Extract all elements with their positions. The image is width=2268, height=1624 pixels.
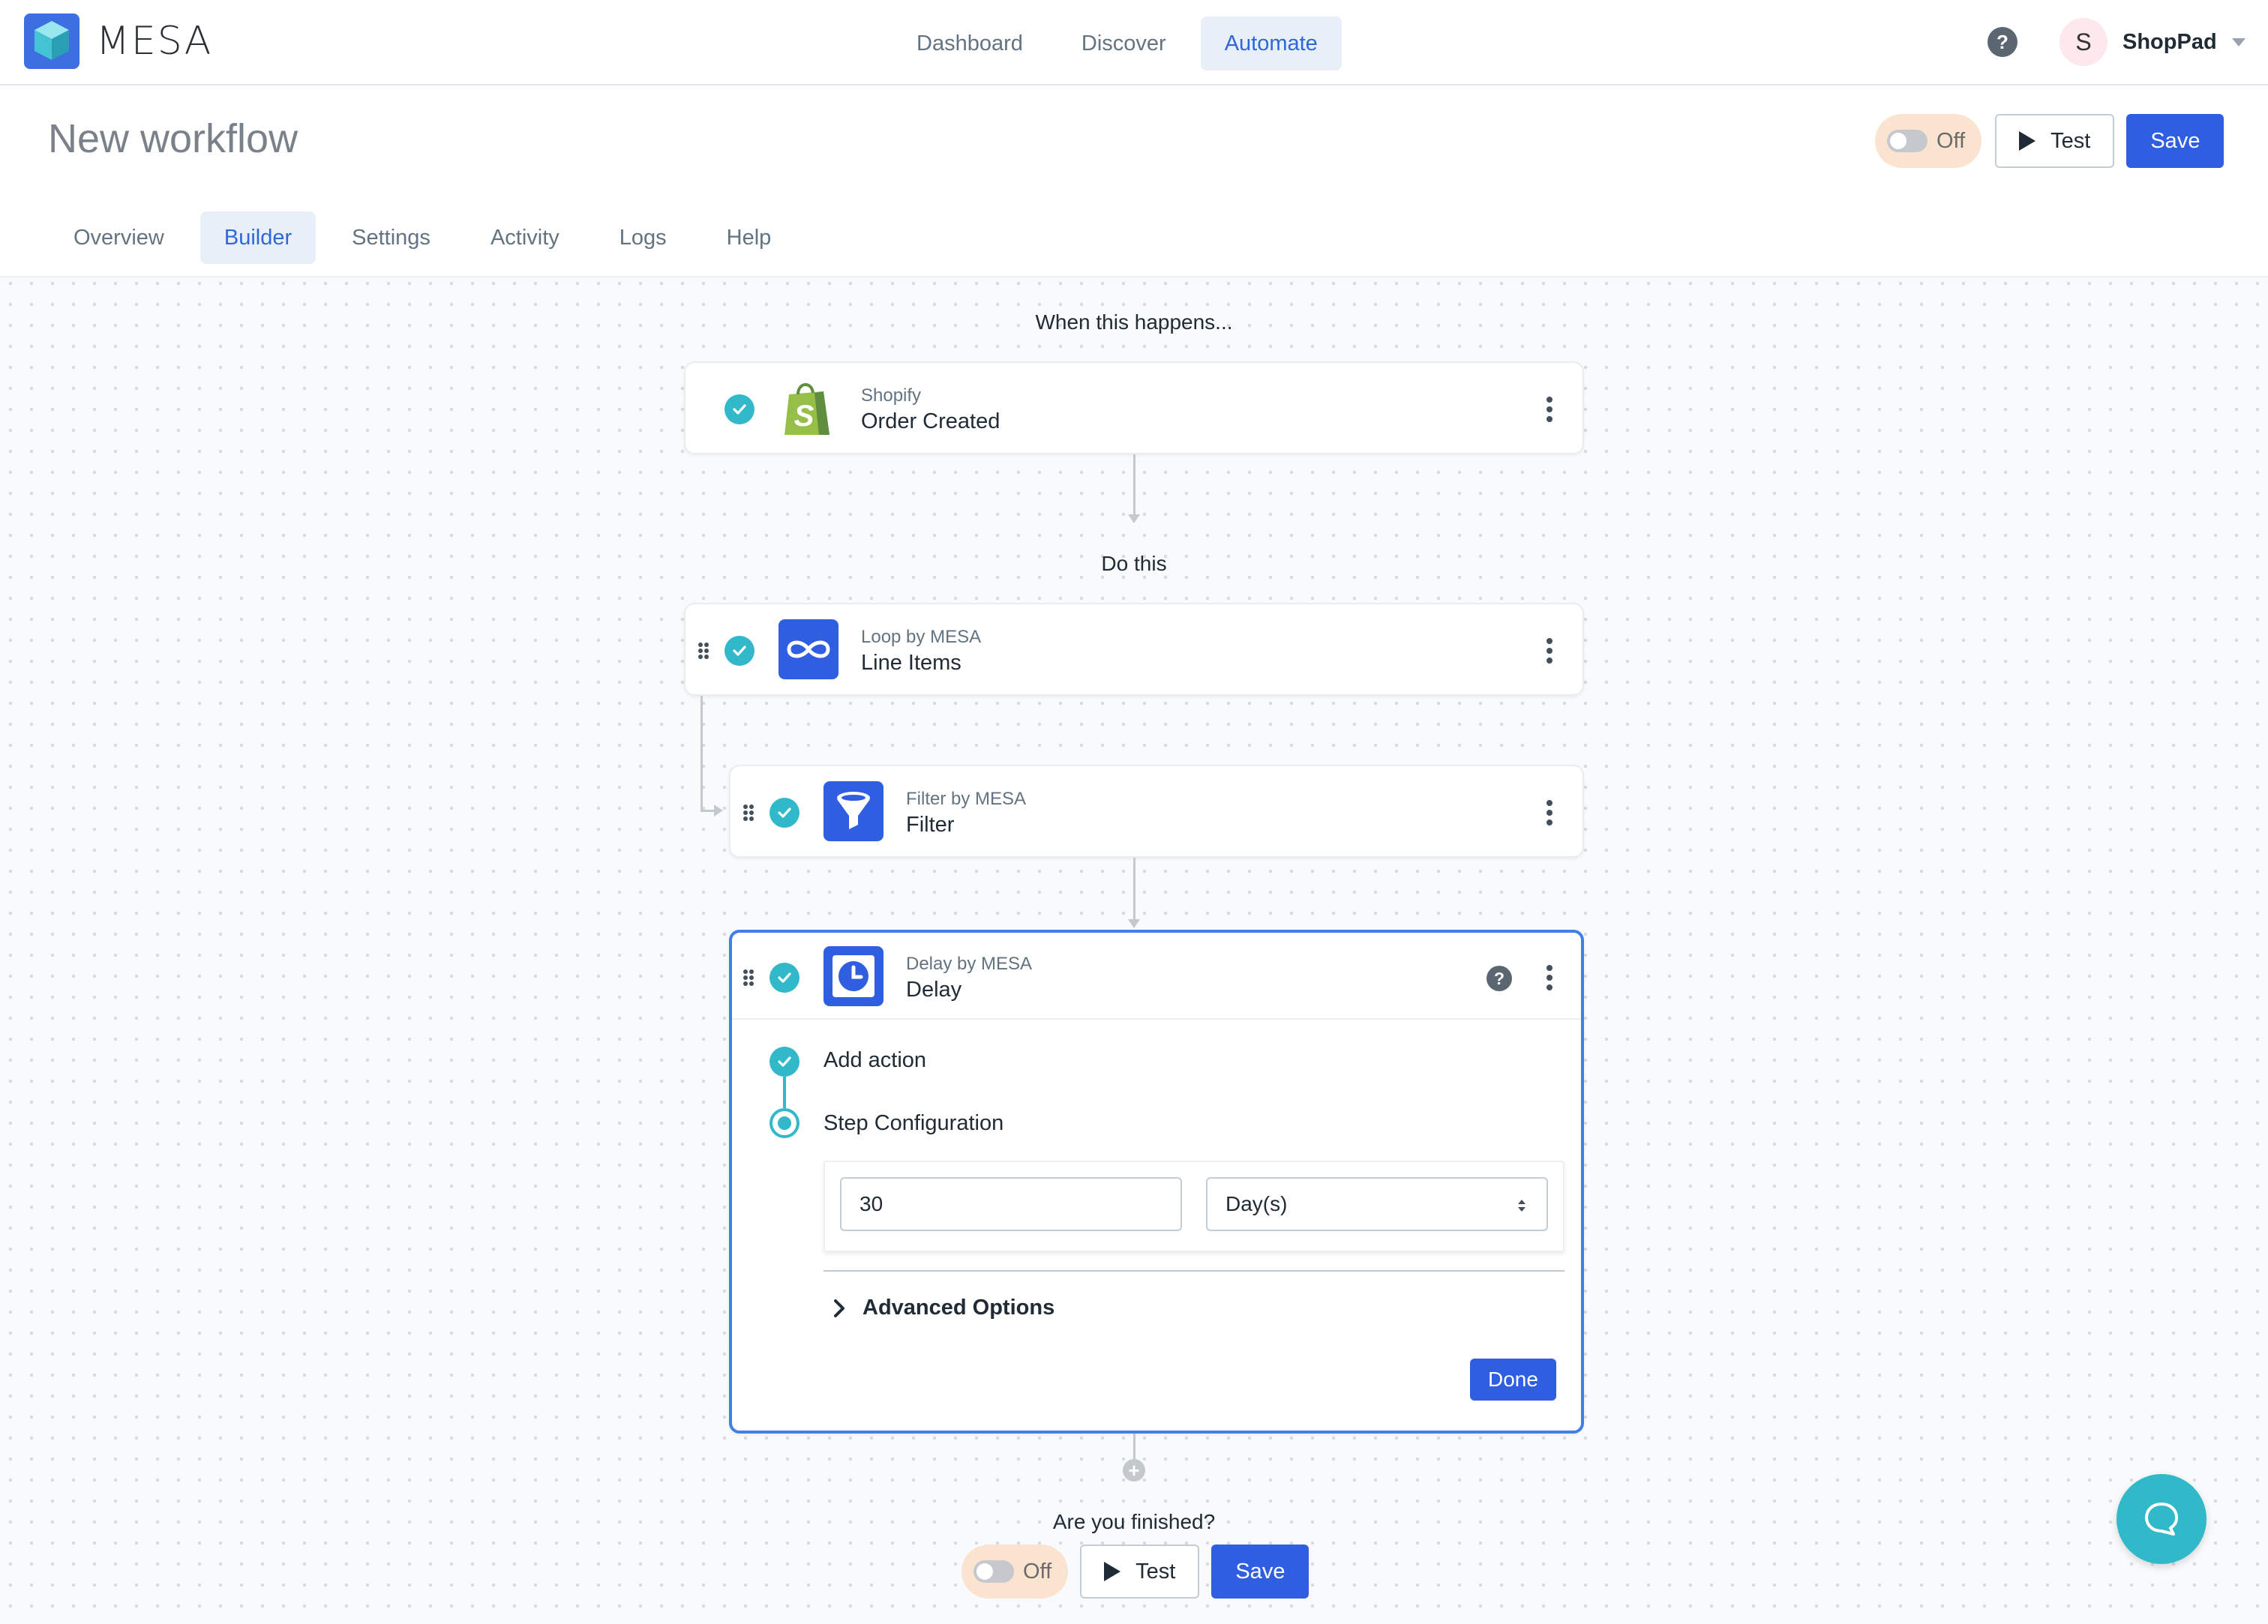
stepper-line [783,1077,786,1108]
delay-amount-input[interactable]: 30 [840,1177,1182,1231]
done-button[interactable]: Done [1470,1359,1556,1401]
bottom-actions: Off Test Save [962,1545,1310,1599]
drag-handle-icon[interactable] [698,642,710,660]
play-icon [1104,1562,1121,1581]
svg-text:S: S [794,400,814,433]
arrow-down-icon [1128,919,1140,928]
check-circle-icon [770,798,800,828]
mesa-cube-icon [24,13,80,69]
workflow-tabs: Overview Builder Settings Activity Logs … [50,211,807,264]
user-name: ShopPad [2122,29,2217,54]
more-vertical-icon[interactable] [1545,799,1554,826]
page-header: New workflow Off Test Save Overview Buil… [0,85,2268,277]
check-circle-icon [724,636,754,666]
svg-text:?: ? [1494,969,1504,988]
delay-unit-value: Day(s) [1226,1192,1288,1215]
loop-step-name: Line Items [861,651,962,675]
page-title: New workflow [48,116,298,161]
tab-settings[interactable]: Settings [328,211,454,264]
filter-step-card[interactable]: Filter by MESA Filter [729,765,1584,858]
workflow-toggle-bottom[interactable]: Off [962,1545,1069,1599]
loop-step-card[interactable]: Loop by MESA Line Items [684,603,1584,696]
delay-app-name: Delay by MESA [906,954,1033,974]
user-menu[interactable]: S ShopPad [2060,18,2246,66]
tab-help[interactable]: Help [703,211,796,264]
infinity-icon [778,619,838,679]
test-button[interactable]: Test [1995,114,2115,168]
chat-bubble-icon [2145,1503,2178,1536]
tab-builder[interactable]: Builder [200,211,316,264]
add-step-button[interactable]: + [1123,1459,1145,1482]
save-button-bottom[interactable]: Save [1211,1545,1310,1599]
check-circle-icon [770,963,800,993]
card-divider [732,1018,1581,1020]
check-circle-icon [724,394,754,424]
actions-heading: Do this [1101,552,1167,575]
test-label: Test [1136,1559,1176,1584]
loop-connector-line [700,810,716,812]
more-vertical-icon[interactable] [1545,396,1554,423]
stepper-add-action[interactable]: Add action [824,1048,926,1073]
delay-step-card[interactable]: Delay by MESA Delay ? Add action Step Co… [729,930,1584,1434]
select-arrows-icon [1518,1200,1526,1212]
nav-dashboard[interactable]: Dashboard [892,16,1047,70]
trigger-step-name: Order Created [861,409,1000,433]
header-actions: Off Test Save [1875,114,2224,168]
clock-icon [824,946,884,1006]
stepper-step-configuration: Step Configuration [824,1111,1004,1135]
more-vertical-icon[interactable] [1545,637,1554,664]
connector-line [1133,454,1136,516]
save-button[interactable]: Save [2126,114,2224,168]
brand-name: MESA [96,19,213,64]
check-circle-icon [770,1047,800,1077]
nav-automate[interactable]: Automate [1200,16,1342,70]
drag-handle-icon[interactable] [742,804,754,822]
advanced-options-toggle[interactable]: Advanced Options [832,1296,1054,1320]
question-circle-icon[interactable]: ? [1485,964,1514,993]
toggle-switch [1887,130,1928,152]
advanced-options-label: Advanced Options [862,1296,1055,1320]
tab-overview[interactable]: Overview [50,211,188,264]
loop-app-name: Loop by MESA [861,627,982,647]
tab-activity[interactable]: Activity [466,211,584,264]
svg-text:?: ? [1996,31,2008,53]
arrow-right-icon [714,805,723,816]
finish-heading: Are you finished? [1052,1510,1216,1533]
connector-line [1133,858,1136,921]
play-icon [2019,131,2036,151]
trigger-card[interactable]: S Shopify Order Created [684,361,1584,454]
mesa-logo[interactable]: MESA [24,13,212,69]
chevron-right-icon [834,1299,844,1317]
funnel-icon [824,781,884,841]
main-nav: Dashboard Discover Automate [892,16,1352,70]
arrow-down-icon [1128,514,1140,523]
toggle-switch [974,1560,1014,1583]
trigger-heading: When this happens... [1035,310,1233,334]
loop-connector-line [700,696,703,811]
drag-handle-icon[interactable] [742,969,754,987]
delay-step-name: Delay [906,978,962,1002]
filter-step-name: Filter [906,813,955,837]
toggle-label: Off [1936,128,1966,153]
nav-discover[interactable]: Discover [1058,16,1190,70]
toggle-label: Off [1023,1559,1052,1584]
more-vertical-icon[interactable] [1545,964,1554,991]
delay-unit-select[interactable]: Day(s) [1206,1177,1548,1231]
avatar: S [2060,18,2108,66]
section-divider [824,1270,1564,1272]
question-circle-icon[interactable]: ? [1986,25,2019,58]
trigger-app-name: Shopify [861,385,922,406]
filter-app-name: Filter by MESA [906,789,1027,809]
stepper-current-icon [770,1108,800,1138]
workflow-toggle[interactable]: Off [1875,114,1982,168]
chevron-down-icon [2231,37,2246,46]
test-button-bottom[interactable]: Test [1080,1545,1200,1599]
tab-logs[interactable]: Logs [596,211,691,264]
top-navigation-bar: MESA Dashboard Discover Automate ? S Sho… [0,0,2268,85]
chat-support-button[interactable] [2116,1474,2206,1564]
test-label: Test [2050,128,2091,153]
shopify-bag-icon: S [784,383,830,435]
delay-config-panel: 30 Day(s) [824,1161,1564,1252]
